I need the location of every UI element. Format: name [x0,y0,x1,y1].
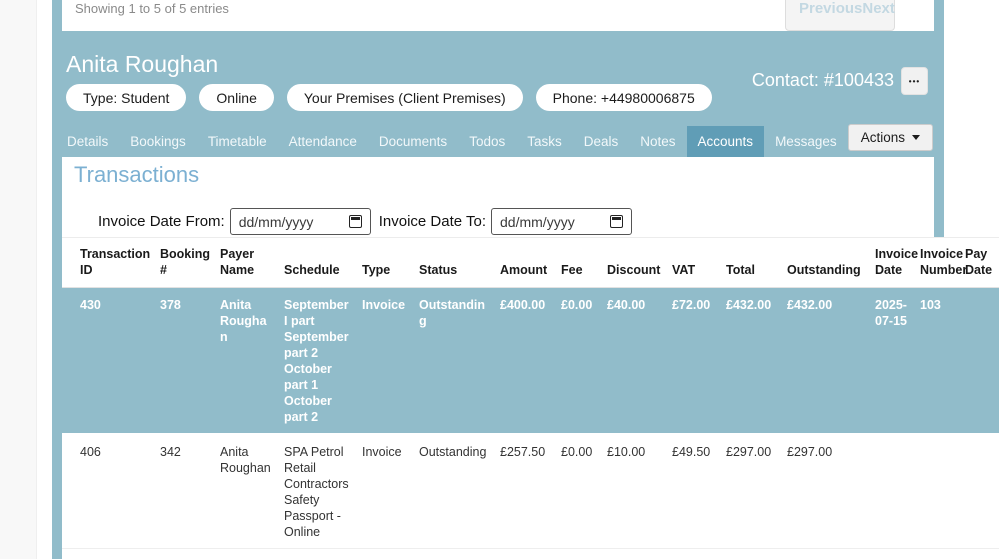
table-cell: Invoice [360,434,417,549]
table-cell: 406 [62,434,158,549]
col-header-outstanding[interactable]: Outstanding [785,238,873,288]
table-cell [963,288,999,435]
badge-type: Type: Student [66,84,186,111]
caret-down-icon [912,135,920,140]
col-header-pay-date[interactable]: Pay Date [963,238,999,288]
table-cell: 430 [62,288,158,435]
next-button[interactable]: Next [862,0,895,17]
tab-deals[interactable]: Deals [573,126,630,157]
table-cell: £297.00 [785,434,873,549]
transactions-card: Transactions Invoice Date From: Invoice … [62,157,934,559]
contact-tabs: Details Bookings Timetable Attendance Do… [56,126,923,157]
table-cell: SPA Petrol Retail Contractors Safety Pas… [282,434,360,549]
tab-details[interactable]: Details [56,126,119,157]
tab-todos[interactable]: Todos [458,126,516,157]
table-cell: £257.50 [498,434,559,549]
contact-id-label: Contact: #100433 [752,70,894,91]
table-cell: 342 [158,434,218,549]
table-cell: Anita Roughan [218,434,282,549]
col-header-invoice-number[interactable]: Invoice Number [918,238,963,288]
table-cell: £0.00 [559,434,605,549]
table-header-row: Transaction ID Booking # Payer Name Sche… [62,238,999,288]
table-cell: £72.00 [670,288,724,435]
tab-timetable[interactable]: Timetable [197,126,278,157]
table-cell: Outstanding [417,434,498,549]
table-cell: 378 [158,288,218,435]
col-header-type[interactable]: Type [360,238,417,288]
page-background-strip [0,0,37,559]
calendar-icon[interactable] [610,215,623,228]
actions-button-label: Actions [861,130,905,145]
table-cell: September I part September part 2 Octobe… [282,288,360,435]
invoice-date-to-field[interactable] [491,208,632,235]
transactions-title: Transactions [74,162,199,188]
col-header-amount[interactable]: Amount [498,238,559,288]
col-header-total[interactable]: Total [724,238,785,288]
contact-name: Anita Roughan [66,51,218,78]
col-header-discount[interactable]: Discount [605,238,670,288]
tab-notes[interactable]: Notes [629,126,686,157]
pagination-card: Showing 1 to 5 of 5 entries Previous Nex… [62,0,934,31]
tab-tasks[interactable]: Tasks [516,126,573,157]
badge-online: Online [199,84,273,111]
ellipsis-icon: ••• [909,77,920,86]
contact-panel: Showing 1 to 5 of 5 entries Previous Nex… [52,0,944,559]
invoice-date-filters: Invoice Date From: Invoice Date To: [98,208,632,235]
badge-phone: Phone: +44980006875 [536,84,712,111]
transactions-table-wrapper: Transaction ID Booking # Payer Name Sche… [62,237,999,559]
table-cell [963,434,999,549]
actions-button[interactable]: Actions [848,124,933,151]
table-cell: £400.00 [498,288,559,435]
col-header-fee[interactable]: Fee [559,238,605,288]
invoice-date-from-input[interactable] [239,214,345,230]
tab-bookings[interactable]: Bookings [119,126,197,157]
table-cell: £49.50 [670,434,724,549]
calendar-icon[interactable] [349,215,362,228]
badge-premises: Your Premises (Client Premises) [287,84,523,111]
table-cell: £432.00 [724,288,785,435]
contact-badges: Type: Student Online Your Premises (Clie… [66,84,712,111]
table-cell [918,434,963,549]
tab-messages[interactable]: Messages [764,126,848,157]
tab-accounts[interactable]: Accounts [687,126,765,157]
more-options-button[interactable]: ••• [901,67,928,95]
invoice-date-from-field[interactable] [230,208,371,235]
table-cell: 2025-07-15 [873,288,918,435]
table-cell: Anita Roughan [218,288,282,435]
showing-entries-text: Showing 1 to 5 of 5 entries [75,0,229,17]
col-header-schedule[interactable]: Schedule [282,238,360,288]
table-cell: £40.00 [605,288,670,435]
tab-documents[interactable]: Documents [368,126,458,157]
previous-button[interactable]: Previous [799,0,862,17]
table-row[interactable]: 406 342 Anita Roughan SPA Petrol Retail … [62,434,999,549]
col-header-payer-name[interactable]: Payer Name [218,238,282,288]
col-header-vat[interactable]: VAT [670,238,724,288]
table-cell: £0.00 [559,288,605,435]
col-header-transaction-id[interactable]: Transaction ID [62,238,158,288]
table-cell: £432.00 [785,288,873,435]
pager: Previous Next [785,0,895,31]
table-cell [873,434,918,549]
col-header-invoice-date[interactable]: Invoice Date [873,238,918,288]
table-row-selected[interactable]: 430 378 Anita Roughan September I part S… [62,288,999,435]
table-cell: Outstanding [417,288,498,435]
tab-attendance[interactable]: Attendance [278,126,368,157]
table-cell: 103 [918,288,963,435]
invoice-date-to-input[interactable] [500,214,606,230]
transactions-table: Transaction ID Booking # Payer Name Sche… [62,237,999,549]
table-cell: Invoice [360,288,417,435]
table-cell: £297.00 [724,434,785,549]
col-header-booking-number[interactable]: Booking # [158,238,218,288]
table-cell: £10.00 [605,434,670,549]
invoice-date-from-label: Invoice Date From: [98,213,225,230]
col-header-status[interactable]: Status [417,238,498,288]
invoice-date-to-label: Invoice Date To: [379,213,486,230]
